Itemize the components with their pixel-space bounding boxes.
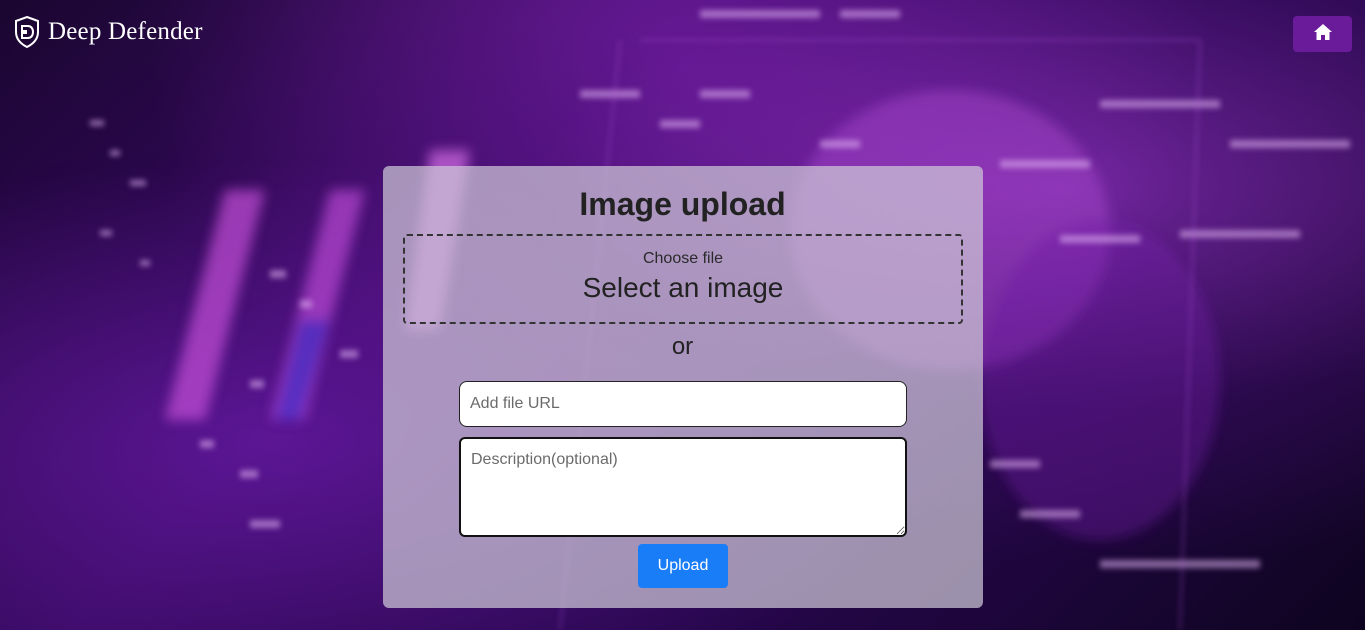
or-separator: or	[671, 333, 694, 360]
file-dropzone[interactable]: Choose file Select an image	[403, 234, 963, 324]
shield-logo-icon	[14, 15, 40, 49]
home-button[interactable]	[1293, 16, 1352, 52]
navbar: Deep Defender	[0, 0, 1365, 68]
choose-file-label: Choose file	[642, 250, 724, 267]
home-icon	[1313, 23, 1333, 46]
page: Deep Defender Image upload Choose file S…	[0, 0, 1365, 630]
upload-button[interactable]: Upload	[638, 544, 728, 588]
brand[interactable]: Deep Defender	[14, 15, 203, 49]
file-url-input[interactable]	[459, 381, 907, 427]
brand-name: Deep Defender	[48, 18, 203, 45]
page-title: Image upload	[579, 186, 786, 222]
description-input[interactable]	[459, 437, 907, 537]
select-image-text: Select an image	[582, 272, 784, 303]
